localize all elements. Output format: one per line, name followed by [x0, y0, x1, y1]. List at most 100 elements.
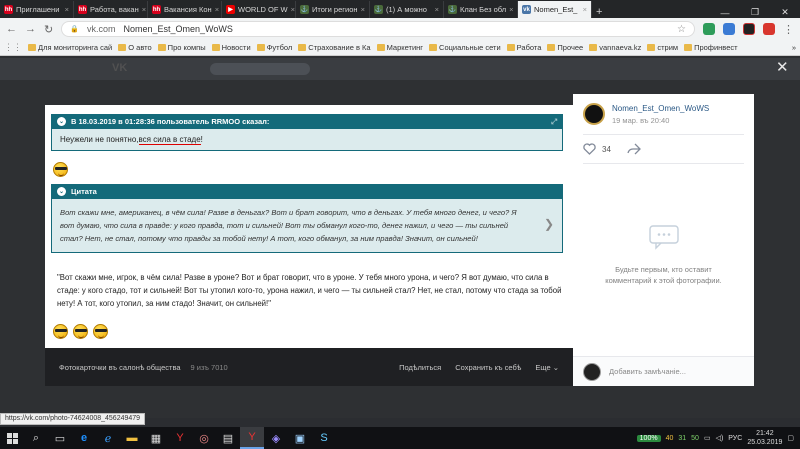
comment-composer: Добавить замѣчаніе... [573, 356, 754, 386]
bookmark-item[interactable]: Профинвест [684, 43, 738, 52]
heart-icon[interactable] [583, 143, 596, 155]
sunglasses-smiley-icon [73, 324, 88, 339]
calculator-icon[interactable]: ▦ [144, 427, 168, 449]
browser-tab[interactable]: hh Приглашени × [0, 1, 74, 18]
clock[interactable]: 21:42 25.03.2019 [747, 429, 782, 447]
vk-logo-icon: VK [112, 62, 128, 74]
tab-close-icon[interactable]: × [142, 5, 146, 14]
tab-label: WORLD OF W [238, 5, 288, 14]
windows-start-icon[interactable] [0, 427, 24, 449]
apps-grid-icon[interactable]: ⋮⋮ [4, 42, 22, 53]
tab-close-icon[interactable]: × [509, 5, 513, 14]
adblock-extension-icon[interactable] [703, 23, 715, 35]
close-viewer-icon[interactable]: ✕ [776, 58, 789, 76]
browser-tab[interactable]: hh Вакансия Кон × [148, 1, 222, 18]
ie-icon[interactable]: ℯ [96, 427, 120, 449]
bookmark-item[interactable]: Про компы [157, 43, 206, 52]
extension-icon[interactable] [743, 23, 755, 35]
tab-close-icon[interactable]: × [435, 5, 439, 14]
bookmark-item[interactable]: Для мониторинга сай [28, 43, 112, 52]
quote-header: ⌄ В 18.03.2019 в 01:28:36 пользователь R… [51, 114, 563, 129]
tab-label: Итоги регион [312, 5, 358, 14]
bookmark-item[interactable]: Социальные сети [429, 43, 501, 52]
bookmark-item[interactable]: стрим [647, 43, 678, 52]
tab-close-icon[interactable]: × [361, 5, 365, 14]
bookmark-item[interactable]: Страхование в Ка [298, 43, 371, 52]
tab-close-icon[interactable]: × [583, 5, 587, 14]
url-page-title: Nomen_Est_Omen_WoWS [123, 24, 233, 34]
reload-button[interactable]: ↻ [44, 23, 53, 36]
quote-body: Вот скажи мне, американец, в чём сила! Р… [51, 199, 563, 253]
browser-tab[interactable]: vk Nomen_Est_ × [518, 1, 592, 18]
bookmark-label: Маркетинг [386, 43, 424, 52]
bookmark-item[interactable]: Новости [211, 43, 251, 52]
app-icon[interactable]: ▤ [216, 427, 240, 449]
quote-header: ⌄ Цитата [51, 184, 563, 199]
comment-input[interactable]: Добавить замѣчаніе... [609, 367, 686, 376]
photo-viewer-image[interactable]: ⌄ В 18.03.2019 в 01:28:36 пользователь R… [45, 105, 573, 348]
new-tab-button[interactable]: + [596, 6, 602, 18]
battery-indicator[interactable]: 100% [636, 434, 661, 442]
minimize-button[interactable]: — [710, 8, 740, 18]
browser-tab[interactable]: hh Работа, вакан × [74, 1, 148, 18]
language-indicator[interactable]: РУС [728, 435, 742, 442]
edge-icon[interactable]: e [72, 427, 96, 449]
bookmark-item[interactable]: О авто [118, 43, 152, 52]
quote-block-1: ⌄ В 18.03.2019 в 01:28:36 пользователь R… [51, 114, 563, 151]
extension-icon[interactable] [723, 23, 735, 35]
bookmark-item[interactable]: Работа [506, 43, 541, 52]
post-date[interactable]: 19 мар. въ 20:40 [612, 116, 709, 125]
browser-tab[interactable]: ⚓ Итоги регион × [296, 1, 370, 18]
notifications-icon[interactable]: ▢ [787, 434, 794, 442]
bookmark-item[interactable]: vannaeva.kz [589, 43, 641, 52]
close-window-button[interactable]: ✕ [770, 7, 800, 18]
tab-close-icon[interactable]: × [291, 5, 295, 14]
browser-tab[interactable]: ▶ WORLD OF W × [222, 1, 296, 18]
bookmarks-more-button[interactable]: » [792, 43, 796, 52]
volume-icon[interactable]: ◁) [716, 434, 724, 442]
app-icon[interactable]: ▣ [288, 427, 312, 449]
album-link[interactable]: Фотокарточки въ салонѣ общества [59, 363, 181, 372]
tab-close-icon[interactable]: × [215, 5, 219, 14]
share-icon[interactable] [627, 143, 641, 155]
maximize-button[interactable]: ❐ [740, 7, 770, 18]
folder-icon [157, 44, 166, 51]
forward-button[interactable]: → [25, 23, 36, 35]
file-explorer-icon[interactable]: ▬ [120, 427, 144, 449]
clock-time: 21:42 [756, 430, 774, 437]
extension-icon[interactable] [763, 23, 775, 35]
sunglasses-smiley-icon [53, 162, 68, 177]
tab-favicon-icon: hh [4, 5, 13, 14]
network-icon[interactable]: ▭ [704, 434, 711, 442]
back-button[interactable]: ← [6, 23, 17, 35]
bookmark-item[interactable]: Маркетинг [376, 43, 424, 52]
yandex-browser-icon[interactable]: Y [168, 427, 192, 449]
save-button[interactable]: Сохранить къ себѣ [455, 363, 521, 372]
task-view-icon[interactable]: ▭ [48, 427, 72, 449]
discord-icon[interactable]: ◈ [264, 427, 288, 449]
tray-number[interactable]: 40 [666, 435, 674, 442]
bookmark-star-icon[interactable]: ☆ [677, 24, 686, 35]
tray-number[interactable]: 50 [691, 435, 699, 442]
url-field[interactable]: 🔒 vk.com Nomen_Est_Omen_WoWS ☆ [61, 21, 695, 37]
share-button[interactable]: Подѣлиться [399, 363, 441, 372]
skype-icon[interactable]: S [312, 427, 336, 449]
app-icon[interactable]: ◎ [192, 427, 216, 449]
search-icon[interactable]: ⌕ [24, 427, 48, 449]
more-button[interactable]: Еще ⌄ [535, 363, 559, 372]
bookmark-item[interactable]: Футбол [256, 43, 292, 52]
browser-menu-button[interactable]: ⋮ [783, 23, 794, 36]
folder-icon [298, 44, 307, 51]
vk-search-input[interactable] [210, 63, 310, 75]
bookmark-item[interactable]: Прочее [547, 43, 583, 52]
yandex-browser-active-icon[interactable]: Y [240, 427, 264, 449]
author-name-link[interactable]: Nomen_Est_Omen_WoWS [612, 104, 709, 113]
browser-tab[interactable]: ⚓ (1) А можно × [370, 1, 444, 18]
tab-favicon-icon: ⚓ [448, 5, 457, 14]
browser-tab[interactable]: ⚓ Клан Без обл × [444, 1, 518, 18]
expand-icon: ⤢ [551, 116, 557, 126]
avatar[interactable] [583, 103, 605, 125]
tray-number[interactable]: 31 [678, 435, 686, 442]
tab-favicon-icon: vk [522, 5, 531, 14]
tab-close-icon[interactable]: × [65, 5, 69, 14]
